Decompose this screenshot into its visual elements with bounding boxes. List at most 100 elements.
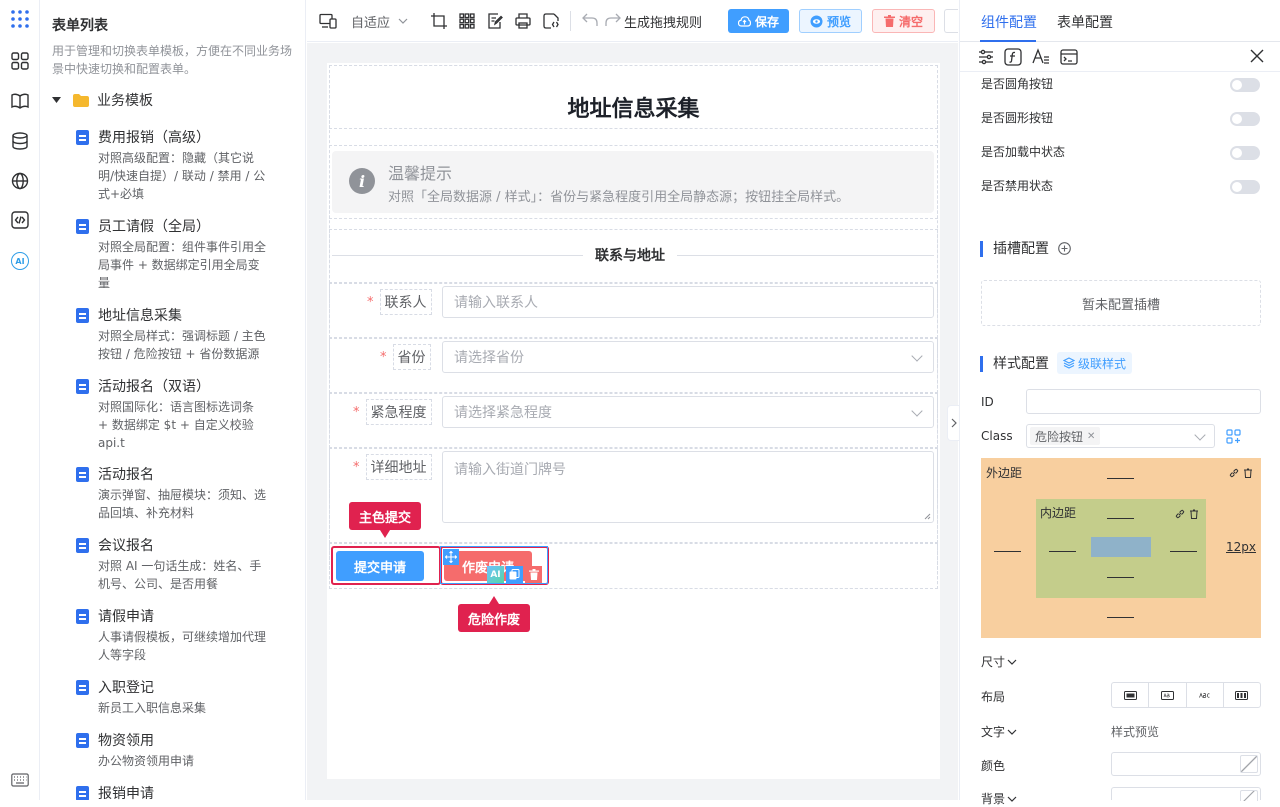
- collapse-right-handle[interactable]: [947, 405, 959, 441]
- generate-rules-button[interactable]: 生成拖拽规则: [624, 12, 702, 31]
- bg-color-picker-icon[interactable]: [1240, 790, 1258, 801]
- urgency-select[interactable]: 请选择紧急程度: [442, 396, 934, 428]
- trash-icon[interactable]: [1243, 468, 1253, 478]
- province-select[interactable]: 请选择省份: [442, 341, 934, 373]
- edit-icon[interactable]: [304, 306, 306, 322]
- margin-top-value[interactable]: [1107, 478, 1134, 479]
- edit-icon[interactable]: [304, 731, 306, 747]
- edit-form-icon[interactable]: [487, 13, 503, 29]
- grid-icon[interactable]: [459, 13, 475, 29]
- book-icon[interactable]: [9, 90, 31, 112]
- field-label-address: * 详细地址: [353, 454, 432, 480]
- template-desc: 演示弹窗、抽屉模块：须知、选品回填、补充材料: [98, 488, 267, 520]
- add-class-icon[interactable]: [1226, 429, 1241, 444]
- preview-button[interactable]: 预览: [799, 9, 862, 33]
- clear-button[interactable]: 清空: [872, 9, 935, 33]
- document-icon: [76, 680, 89, 695]
- database-icon[interactable]: [9, 130, 31, 152]
- color-picker-icon[interactable]: [1240, 755, 1258, 773]
- id-input[interactable]: [1026, 389, 1261, 414]
- field-label-contact: * 联系人: [367, 289, 432, 315]
- margin-bottom-value[interactable]: [1107, 617, 1134, 618]
- edit-icon[interactable]: [304, 128, 306, 144]
- keyboard-icon[interactable]: [9, 769, 31, 791]
- ai-action-icon[interactable]: AI: [487, 566, 504, 583]
- margin-label: 外边距: [986, 466, 1023, 480]
- text-style-icon[interactable]: [1032, 48, 1050, 66]
- margin-right-value[interactable]: 12px: [1226, 540, 1256, 554]
- print-icon[interactable]: [515, 13, 531, 29]
- background-toggle[interactable]: 背景: [981, 790, 1017, 807]
- color-input[interactable]: [1111, 752, 1261, 776]
- layout-block-option[interactable]: [1112, 683, 1150, 707]
- margin-left-value[interactable]: [994, 551, 1021, 552]
- close-icon[interactable]: [1250, 49, 1264, 63]
- edit-icon[interactable]: [304, 784, 306, 800]
- json-icon[interactable]: [543, 13, 559, 29]
- padding-bottom-value[interactable]: [1107, 577, 1134, 578]
- delete-icon[interactable]: [525, 566, 542, 583]
- sliders-icon[interactable]: [977, 48, 995, 66]
- slot-empty-box: 暂未配置插槽: [981, 280, 1261, 326]
- document-icon: [76, 130, 89, 145]
- layout-flex-option[interactable]: [1224, 683, 1260, 707]
- circle-button-switch[interactable]: [1230, 112, 1260, 126]
- edit-icon[interactable]: [304, 217, 306, 233]
- script-icon[interactable]: [1060, 48, 1078, 66]
- edit-icon[interactable]: [304, 607, 306, 623]
- save-button[interactable]: 保存: [728, 9, 789, 33]
- size-toggle[interactable]: 尺寸: [981, 653, 1017, 670]
- toolbar-overflow-button[interactable]: [944, 9, 958, 33]
- form-list-title: 表单列表: [52, 18, 108, 34]
- contact-input[interactable]: 请输入联系人: [442, 286, 934, 318]
- device-adaptive-select[interactable]: 自适应: [319, 12, 408, 31]
- ai-assistant-icon[interactable]: AI: [9, 250, 31, 272]
- round-button-switch[interactable]: [1230, 78, 1260, 92]
- edit-icon[interactable]: [304, 465, 306, 481]
- redo-icon[interactable]: [605, 13, 621, 27]
- padding-right-value[interactable]: [1170, 551, 1197, 552]
- document-icon: [76, 609, 89, 624]
- link-icon[interactable]: [1175, 509, 1185, 519]
- code-icon[interactable]: [9, 209, 31, 231]
- layout-inline-block-option[interactable]: [1149, 683, 1187, 707]
- document-icon: [76, 538, 89, 553]
- layout-inline-option[interactable]: [1187, 683, 1224, 707]
- resize-handle-icon[interactable]: [924, 513, 931, 520]
- loading-switch[interactable]: [1230, 146, 1260, 160]
- cascade-style-button[interactable]: 级联样式: [1057, 352, 1133, 374]
- background-input[interactable]: [1111, 787, 1261, 801]
- folder-business-templates[interactable]: 业务模板: [52, 90, 153, 110]
- undo-icon[interactable]: [582, 13, 598, 27]
- apps-icon[interactable]: [9, 8, 31, 30]
- function-icon[interactable]: [1004, 48, 1022, 66]
- tab-component-config[interactable]: 组件配置: [981, 12, 1037, 32]
- crop-icon[interactable]: [431, 13, 447, 29]
- edit-icon[interactable]: [304, 377, 306, 393]
- address-textarea[interactable]: 请输入街道门牌号: [442, 451, 934, 523]
- components-icon[interactable]: [9, 50, 31, 72]
- trash-icon: [883, 15, 895, 27]
- edit-icon[interactable]: [304, 536, 306, 552]
- template-name: 会议报名: [98, 538, 154, 554]
- submit-button[interactable]: 提交申请: [336, 551, 424, 581]
- class-select[interactable]: 危险按钮 ✕: [1026, 424, 1215, 448]
- drag-move-icon[interactable]: [443, 549, 459, 565]
- disabled-switch[interactable]: [1230, 180, 1260, 194]
- trash-icon[interactable]: [1189, 509, 1199, 519]
- margin-box[interactable]: 外边距 12px 内边距: [981, 458, 1261, 638]
- edit-icon[interactable]: [304, 678, 306, 694]
- section-divider-label: 联系与地址: [583, 245, 677, 265]
- adaptive-label: 自适应: [351, 15, 391, 31]
- content-box: [1091, 537, 1151, 557]
- add-slot-icon[interactable]: [1058, 242, 1072, 255]
- tab-form-config[interactable]: 表单配置: [1057, 12, 1113, 32]
- copy-icon[interactable]: [506, 566, 523, 583]
- link-icon[interactable]: [1229, 468, 1239, 478]
- padding-top-value[interactable]: [1107, 518, 1134, 519]
- padding-box[interactable]: 内边距: [1036, 499, 1206, 598]
- globe-icon[interactable]: [9, 170, 31, 192]
- tag-close-icon[interactable]: ✕: [1087, 431, 1095, 442]
- text-toggle[interactable]: 文字: [981, 723, 1017, 740]
- padding-left-value[interactable]: [1049, 551, 1076, 552]
